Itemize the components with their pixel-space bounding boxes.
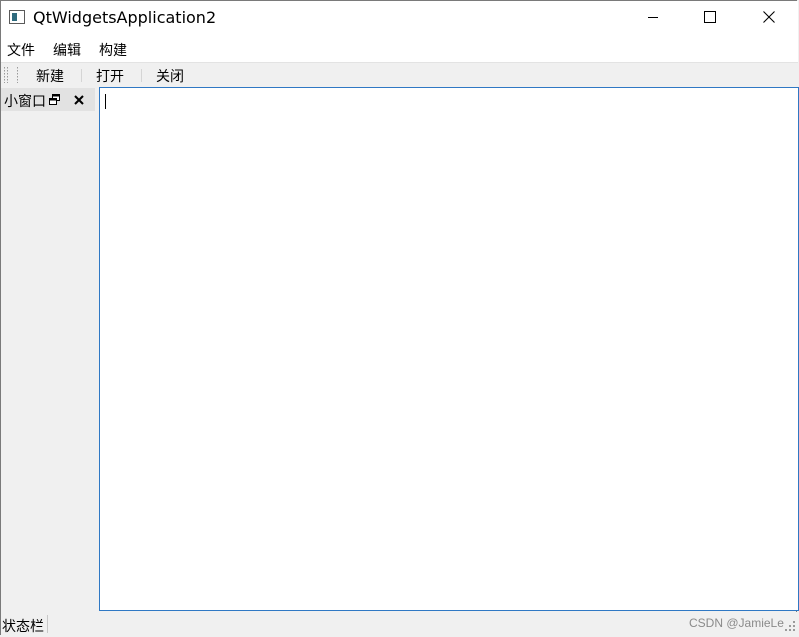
toolbar: 新建 打开 关闭: [1, 62, 798, 87]
menu-edit[interactable]: 编辑: [53, 40, 81, 60]
text-cursor: [105, 94, 106, 109]
toolbar-grip-3: [17, 67, 18, 83]
app-icon: [9, 10, 25, 24]
dock-float-icon[interactable]: [49, 94, 60, 105]
menu-file[interactable]: 文件: [7, 40, 35, 60]
menu-bar: 文件 编辑 构建: [1, 35, 798, 62]
toolbar-close-button[interactable]: 关闭: [156, 66, 184, 86]
toolbar-grip[interactable]: [4, 67, 5, 83]
dock-close-icon[interactable]: [73, 94, 85, 106]
minimize-button[interactable]: [630, 1, 676, 33]
resize-grip-icon[interactable]: [784, 620, 796, 632]
dock-title-bar[interactable]: 小窗口: [1, 88, 95, 111]
main-window: QtWidgetsApplication2 文件 编辑 构建 新建 打开 关闭 …: [0, 0, 799, 636]
watermark: CSDN @JamieLe: [689, 616, 784, 630]
maximize-button[interactable]: [687, 1, 733, 33]
toolbar-separator: [81, 69, 82, 82]
toolbar-grip-2[interactable]: [7, 67, 8, 83]
toolbar-open-button[interactable]: 打开: [96, 66, 124, 86]
status-bar: 状态栏 CSDN @JamieLe: [1, 612, 798, 636]
close-icon: [763, 11, 775, 23]
menu-build[interactable]: 构建: [99, 40, 127, 60]
close-button[interactable]: [746, 1, 792, 33]
toolbar-new-button[interactable]: 新建: [36, 66, 64, 86]
title-bar[interactable]: QtWidgetsApplication2: [1, 1, 798, 35]
maximize-icon: [704, 11, 716, 23]
toolbar-separator: [141, 69, 142, 82]
dock-widget: 小窗口: [1, 87, 98, 611]
text-editor[interactable]: [99, 87, 799, 611]
minimize-icon: [648, 17, 658, 18]
status-divider: [47, 615, 48, 633]
dock-title: 小窗口: [4, 94, 46, 110]
window-title: QtWidgetsApplication2: [33, 8, 217, 27]
status-message: 状态栏: [2, 619, 44, 635]
